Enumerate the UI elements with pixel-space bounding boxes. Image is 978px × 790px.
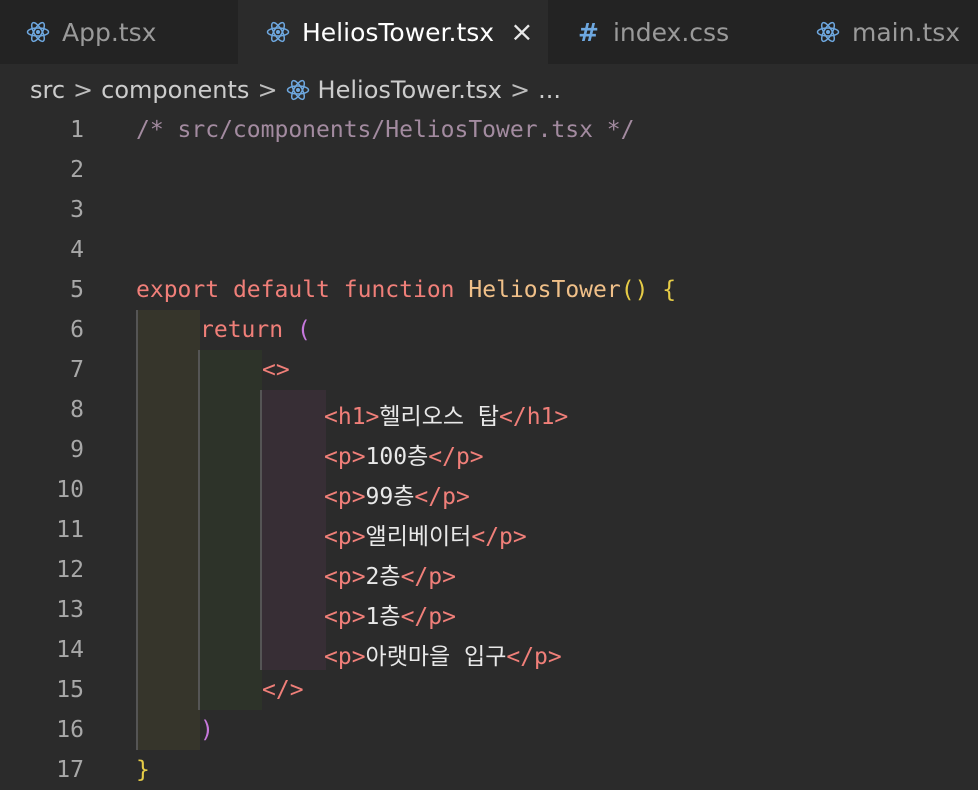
- tag-close: </p>: [400, 564, 456, 590]
- chevron-right-icon: >: [73, 76, 94, 104]
- tag-text: 앨리베이터: [365, 524, 472, 550]
- tag-open: <p>: [324, 564, 366, 590]
- editor-tab-bar: App.tsx HeliosTower.tsx × # index.css ma…: [0, 0, 978, 64]
- keyword-export: export: [136, 277, 220, 303]
- keyword-return: return: [200, 317, 284, 343]
- tag-close: </p>: [471, 524, 527, 550]
- line-number: 9: [70, 437, 84, 463]
- line-number: 3: [70, 197, 84, 223]
- tag-close: </p>: [414, 484, 470, 510]
- line-number: 15: [56, 677, 84, 703]
- fragment-close: </>: [262, 677, 304, 703]
- comment: /* src/components/HeliosTower.tsx */: [136, 117, 635, 143]
- line-number: 5: [70, 277, 84, 303]
- close-icon[interactable]: ×: [510, 18, 533, 46]
- code-line-8: <h1>헬리오스 탑</h1>: [324, 397, 568, 431]
- code-line-13: <p>1층</p>: [324, 597, 456, 631]
- open-brace: {: [662, 277, 677, 303]
- keyword-function: function: [343, 277, 455, 303]
- line-number: 16: [56, 717, 84, 743]
- function-parens: (): [620, 277, 649, 303]
- tag-open: <p>: [324, 444, 366, 470]
- line-number: 7: [70, 357, 84, 383]
- code-line-15: </>: [262, 677, 304, 703]
- tag-text: 아랫마을 입구: [365, 644, 507, 670]
- line-number: 17: [56, 757, 84, 783]
- tab-label: HeliosTower.tsx: [302, 17, 495, 47]
- tab-main-tsx[interactable]: main.tsx: [788, 0, 978, 64]
- react-icon: [266, 20, 290, 44]
- code-line-6: return (: [200, 317, 311, 343]
- tag-close: </p>: [506, 644, 562, 670]
- line-number: 2: [70, 157, 84, 183]
- tag-text: 2층: [365, 564, 401, 590]
- indent-guide-level-2: [198, 350, 262, 710]
- tag-open: <p>: [324, 524, 366, 550]
- tag-text: 99층: [365, 484, 415, 510]
- chevron-right-icon: >: [257, 76, 278, 104]
- line-number: 1: [70, 117, 84, 143]
- tab-helios-tower-tsx[interactable]: HeliosTower.tsx ×: [238, 0, 548, 64]
- code-line-12: <p>2층</p>: [324, 557, 456, 591]
- function-name: HeliosTower: [468, 277, 621, 303]
- tab-index-css[interactable]: # index.css: [548, 0, 788, 64]
- code-line-16: ): [200, 717, 214, 743]
- tag-text: 헬리오스 탑: [379, 404, 500, 430]
- keyword-default: default: [232, 277, 330, 303]
- line-number: 10: [56, 477, 84, 503]
- open-paren: (: [296, 317, 311, 343]
- indent-guide-level-3: [260, 390, 326, 670]
- tab-label: index.css: [612, 17, 730, 47]
- breadcrumb-item-components[interactable]: components: [101, 76, 249, 104]
- line-number: 6: [70, 317, 84, 343]
- line-number: 4: [70, 237, 84, 263]
- close-paren: ): [200, 717, 214, 743]
- line-number: 12: [56, 557, 84, 583]
- tag-close: </p>: [428, 444, 484, 470]
- code-line-11: <p>앨리베이터</p>: [324, 517, 527, 551]
- code-line-10: <p>99층</p>: [324, 477, 470, 511]
- code-line-7: <>: [262, 357, 290, 383]
- code-editor[interactable]: 1 2 3 4 5 6 7 8 9 10 11 12 13 14 15 16 1…: [0, 110, 978, 790]
- breadcrumb-item-symbols[interactable]: ...: [538, 76, 561, 104]
- chevron-right-icon: >: [509, 76, 531, 104]
- breadcrumb-item-file[interactable]: HeliosTower.tsx: [318, 76, 502, 104]
- tab-label: main.tsx: [852, 17, 961, 47]
- tag-open: <p>: [324, 644, 366, 670]
- line-number: 13: [56, 597, 84, 623]
- tag-close: </p>: [400, 604, 456, 630]
- indent-guide-level-1: [136, 310, 200, 750]
- tag-close: </h1>: [499, 404, 569, 430]
- tag-text: 100층: [365, 444, 429, 470]
- tag-open: <p>: [324, 604, 366, 630]
- breadcrumb: src > components > HeliosTower.tsx > ...: [30, 74, 561, 106]
- line-number: 8: [70, 397, 84, 423]
- code-line-17: }: [136, 757, 150, 783]
- react-icon: [286, 78, 310, 102]
- tab-app-tsx[interactable]: App.tsx: [0, 0, 238, 64]
- breadcrumb-item-src[interactable]: src: [30, 76, 65, 104]
- tag-open: <h1>: [324, 404, 380, 430]
- line-number: 14: [56, 637, 84, 663]
- close-brace: }: [136, 757, 150, 783]
- tab-label: App.tsx: [62, 17, 157, 47]
- hash-icon: #: [578, 17, 599, 47]
- react-icon: [26, 20, 50, 44]
- code-line-9: <p>100층</p>: [324, 437, 484, 471]
- tag-text: 1층: [365, 604, 401, 630]
- code-line-1: /* src/components/HeliosTower.tsx */: [136, 117, 635, 143]
- line-number: 11: [56, 517, 84, 543]
- code-line-14: <p>아랫마을 입구</p>: [324, 637, 562, 671]
- code-line-5: export default function HeliosTower() {: [136, 277, 676, 303]
- react-icon: [816, 20, 840, 44]
- fragment-open: <>: [262, 357, 290, 383]
- tag-open: <p>: [324, 484, 366, 510]
